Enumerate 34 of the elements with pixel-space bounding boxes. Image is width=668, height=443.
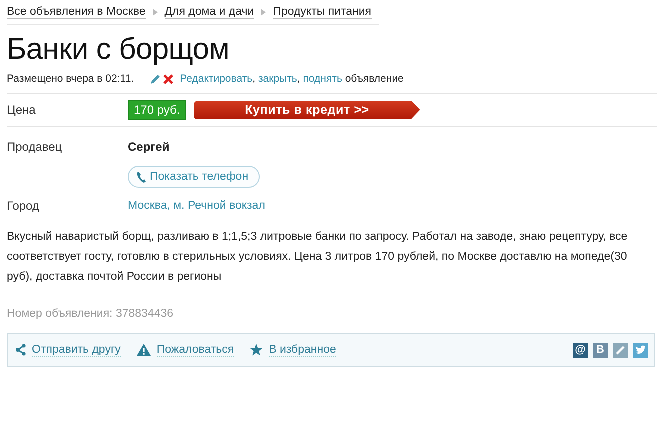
breadcrumb-link[interactable]: Продукты питания — [273, 6, 372, 19]
field-label: Город — [7, 199, 40, 213]
action-link[interactable]: закрыть — [258, 73, 298, 85]
city-link[interactable]: Москва, м. Речной вокзал — [128, 200, 266, 212]
ad-number: Номер объявления: 378834436 — [7, 308, 175, 320]
field-label: Продавец — [7, 140, 64, 154]
breadcrumb-link[interactable]: Все объявления в Москве — [7, 6, 146, 19]
action-link[interactable]: поднять — [303, 73, 342, 85]
seller-name: Сергей — [128, 140, 170, 154]
share-square-icon[interactable] — [613, 342, 628, 358]
report-link[interactable]: Пожаловаться — [136, 344, 234, 356]
pencil-icon — [150, 74, 162, 84]
vk-share-button[interactable]: B — [593, 342, 608, 358]
share-icon — [15, 344, 26, 356]
phone-icon — [137, 172, 146, 182]
ad-description: Вкусный наваристый борщ, разливаю в 1;1,5;3 литровые банки по запросу. Работал на заводе, знаю рецептуру, все соответствует госту, готовлю в стерильных условиях. Цена 3 литров 170 рублей, по Москве доставлю на мопеде(30 руб), доставка почтой России в регионы — [7, 230, 629, 285]
action-link[interactable]: Редактировать — [180, 73, 253, 85]
chevron-icon — [152, 9, 158, 16]
bird-icon[interactable] — [633, 342, 648, 358]
price-tag: 170 руб. — [128, 100, 186, 120]
favorite-link[interactable]: В избранное — [250, 344, 336, 356]
breadcrumb-link[interactable]: Для дома и дачи — [164, 6, 254, 19]
ad-actions-text: Редактировать, закрыть, поднять объявление — [180, 73, 404, 85]
page-title: Банки с борщом — [7, 33, 230, 67]
chevron-icon — [261, 9, 266, 16]
credit-button[interactable]: Купить в кредит >> — [194, 100, 420, 120]
star-icon — [250, 344, 264, 356]
send-link[interactable]: Отправить другу — [15, 344, 121, 356]
mail-share-button[interactable]: @ — [573, 342, 588, 358]
posted-date: Размещено вчера в 02:11. — [7, 73, 134, 85]
close-icon[interactable] — [163, 74, 174, 84]
warning-icon — [136, 344, 151, 356]
field-label: Цена — [7, 103, 37, 117]
show-phone-button[interactable]: Показать телефон — [128, 166, 260, 188]
